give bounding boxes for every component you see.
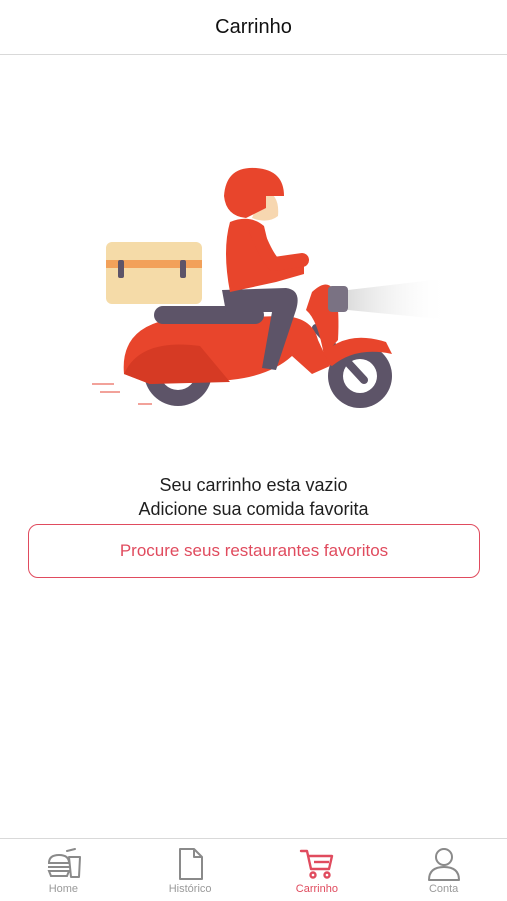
browse-restaurants-button[interactable]: Procure seus restaurantes favoritos [28,524,480,578]
cart-icon [299,849,334,879]
page-title: Carrinho [215,15,292,38]
tab-cart-label: Carrinho [295,883,338,895]
app-header: Carrinho [0,0,507,55]
burger-drink-icon [47,848,82,878]
tab-cart[interactable]: Carrinho [254,839,381,901]
empty-cart-line1: Seu carrinho esta vazio [159,475,348,495]
delivery-scooter-illustration [92,167,450,408]
tab-history[interactable]: Histórico [127,839,254,901]
tab-account-label: Conta [428,883,459,895]
empty-cart-line2: Adicione sua comida favorita [138,499,369,519]
tab-account[interactable]: Conta [380,839,507,901]
tab-home[interactable]: Home [0,839,127,901]
user-icon [427,848,460,881]
tab-history-label: Histórico [168,883,212,895]
browse-restaurants-label: Procure seus restaurantes favoritos [119,541,389,560]
document-icon [179,848,204,880]
empty-cart-message: Seu carrinho esta vazio Adicione sua com… [0,473,507,521]
bottom-tab-bar: Home Histórico Carrinho Conta [0,838,507,901]
tab-home-label: Home [48,883,79,895]
